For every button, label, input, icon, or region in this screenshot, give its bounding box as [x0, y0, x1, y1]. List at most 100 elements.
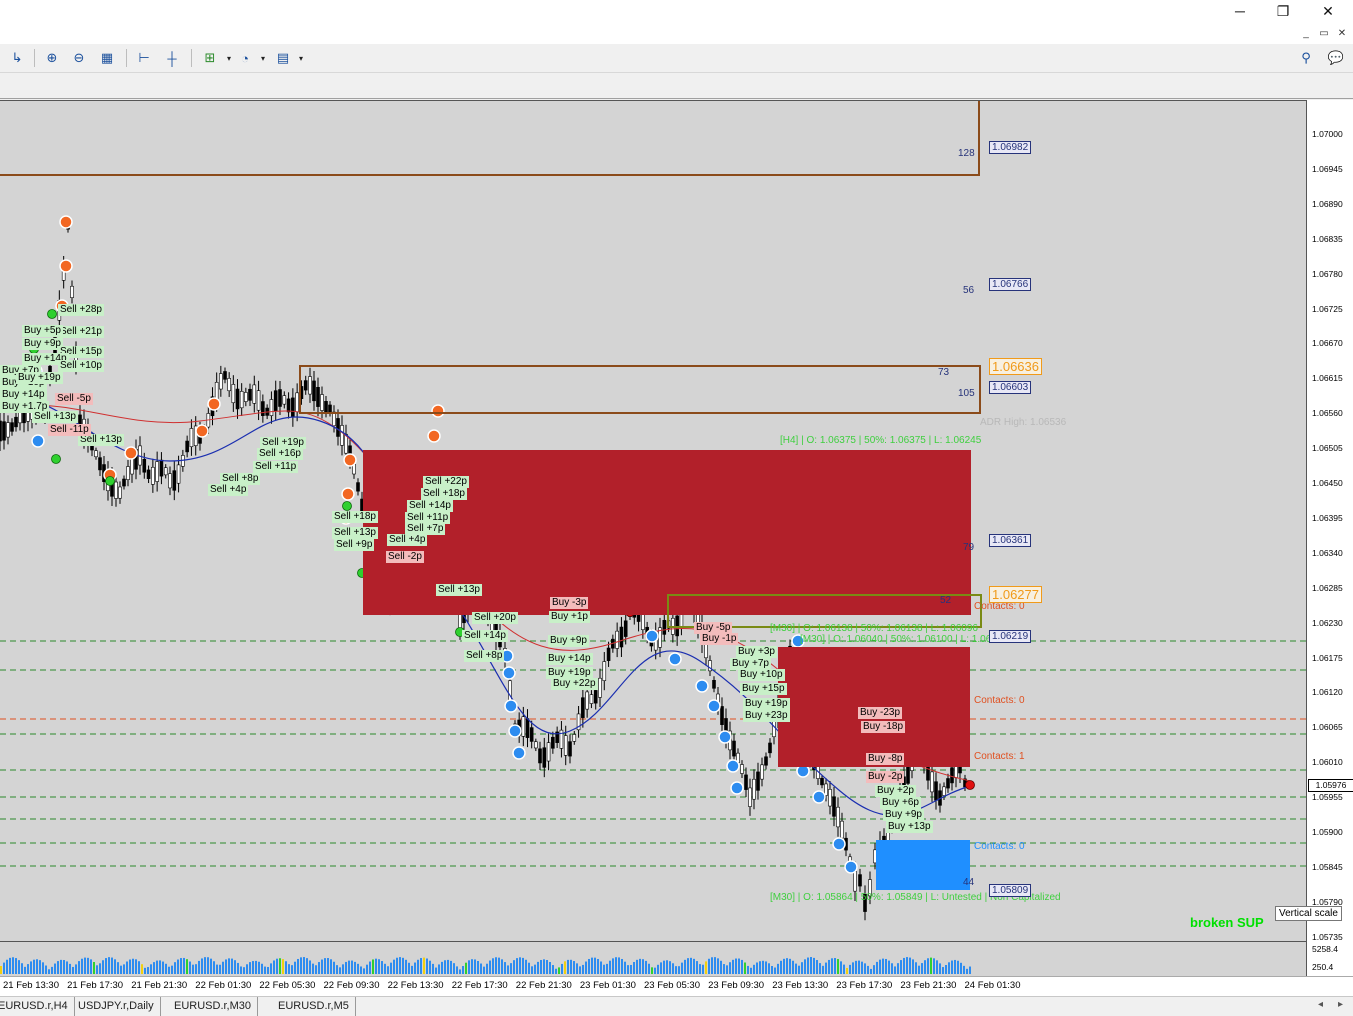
volume-bar [9, 957, 11, 974]
candle-body [840, 820, 844, 839]
chart-shift-icon[interactable]: ⊢ [133, 48, 155, 68]
volume-bar [504, 962, 506, 974]
level-price-tag: 1.06361 [989, 534, 1032, 547]
zoom-out-icon[interactable]: ⊖ [68, 48, 90, 68]
tab-scroll-right-icon[interactable]: ▸ [1338, 999, 1343, 1010]
price-tick: 1.06725 [1312, 303, 1343, 314]
price-tick: 1.06780 [1312, 268, 1343, 279]
volume-bar [417, 959, 419, 974]
candle-body [832, 796, 836, 817]
auto-scroll-icon[interactable]: ↳ [6, 48, 28, 68]
volume-bar [546, 960, 548, 974]
candle-body [589, 694, 594, 704]
volume-bar [177, 959, 179, 974]
volume-bar [510, 963, 512, 974]
candle-body [606, 647, 611, 661]
volume-bar [15, 958, 17, 974]
volume-bar [789, 958, 791, 974]
maximize-button[interactable]: ❐ [1260, 0, 1306, 22]
candle-body [256, 390, 261, 411]
crosshair-icon[interactable]: ┼ [161, 48, 183, 68]
tab-usdjpy-daily[interactable]: USDJPY.r,Daily [72, 997, 161, 1016]
volume-bar [87, 957, 89, 974]
volume-bar [18, 960, 20, 974]
volume-bar [654, 967, 656, 974]
mdi-close-icon[interactable]: ✕ [1334, 25, 1350, 41]
price-tick: 1.06945 [1312, 163, 1343, 174]
volume-bar [483, 966, 485, 974]
tab-scroll-left-icon[interactable]: ◂ [1318, 999, 1323, 1010]
volume-bar [819, 963, 821, 974]
volume-bar [72, 966, 74, 974]
volume-bar [678, 966, 680, 974]
zoom-in-icon[interactable]: ⊕ [41, 48, 63, 68]
level-price-tag: 1.05809 [989, 884, 1032, 897]
volume-bar [165, 963, 167, 974]
volume-bar [705, 961, 707, 974]
volume-bar [513, 960, 515, 974]
candle-body [525, 718, 530, 738]
volume-bar [255, 960, 257, 974]
volume-bar [99, 963, 101, 974]
price-axis[interactable]: 1.07000 1.06945 1.06890 1.06835 1.06780 1.067… [1307, 100, 1353, 976]
volume-bar [153, 962, 155, 974]
volume-bar [372, 959, 374, 974]
volume-bar [699, 964, 701, 974]
volume-bar [843, 964, 845, 974]
volume-bar [273, 960, 275, 974]
sell-arrow-marker [59, 215, 73, 229]
volume-pane[interactable] [0, 941, 1307, 976]
candle-body [720, 706, 724, 725]
templates-dropdown-icon[interactable]: ▾ [290, 48, 312, 68]
secondary-toolbar [0, 73, 1353, 99]
mdi-restore-icon[interactable]: ▭ [1316, 25, 1332, 41]
volume-bar [747, 965, 749, 974]
volume-bar [897, 963, 899, 974]
volume-bar [252, 961, 254, 974]
volume-bar [381, 961, 383, 974]
volume-bar [585, 961, 587, 974]
trade-label-profit: Buy +6p [880, 797, 921, 809]
volume-bar [102, 960, 104, 974]
volume-bar [711, 957, 713, 974]
search-icon[interactable]: ⚲ [1295, 48, 1317, 68]
volume-bar [828, 959, 830, 974]
trade-label-profit: Buy +9p [22, 338, 63, 350]
volume-bar [462, 966, 464, 974]
volume-bar [810, 957, 812, 974]
volume-bar [81, 958, 83, 974]
trade-label-profit: Sell +8p [464, 650, 505, 662]
buy-arrow-marker [844, 860, 858, 874]
exit-dot-red [965, 780, 975, 790]
price-chart[interactable]: ADR High: 1.06536 [H4] | O: 1.06375 | 50… [0, 100, 1307, 941]
mdi-minimize-icon[interactable]: _ [1298, 25, 1314, 41]
volume-bar [144, 967, 146, 974]
candle-body [732, 740, 736, 757]
chat-icon[interactable]: 💬 [1325, 48, 1347, 68]
exit-dot-green [105, 476, 115, 486]
volume-bar [702, 964, 704, 974]
volume-bar [210, 958, 212, 974]
candle-body [615, 630, 619, 649]
minimize-button[interactable]: ─ [1217, 0, 1263, 22]
volume-bar [363, 968, 365, 974]
candle-body [168, 473, 172, 489]
price-tick: 1.06230 [1312, 617, 1343, 628]
periods-dropdown-icon[interactable]: ▾ [252, 48, 274, 68]
volume-bar [174, 962, 176, 974]
volume-bar [270, 963, 272, 974]
volume-bar [204, 957, 206, 974]
volume-bar [150, 964, 152, 974]
volume-bar [432, 963, 434, 974]
price-tick: 1.06010 [1312, 757, 1343, 768]
volume-bar [321, 959, 323, 974]
buy-arrow-marker [668, 652, 682, 666]
volume-bar [918, 965, 920, 974]
volume-bar [42, 962, 44, 974]
tile-windows-icon[interactable]: ▦ [96, 48, 118, 68]
close-button[interactable]: ✕ [1305, 0, 1351, 22]
volume-bar [846, 967, 848, 974]
tab-eurusd-m5[interactable]: EURUSD.r,M5 [272, 997, 356, 1016]
tab-eurusd-h4[interactable]: EURUSD.r,H4 [0, 997, 75, 1016]
tab-eurusd-m30[interactable]: EURUSD.r,M30 [168, 997, 259, 1016]
